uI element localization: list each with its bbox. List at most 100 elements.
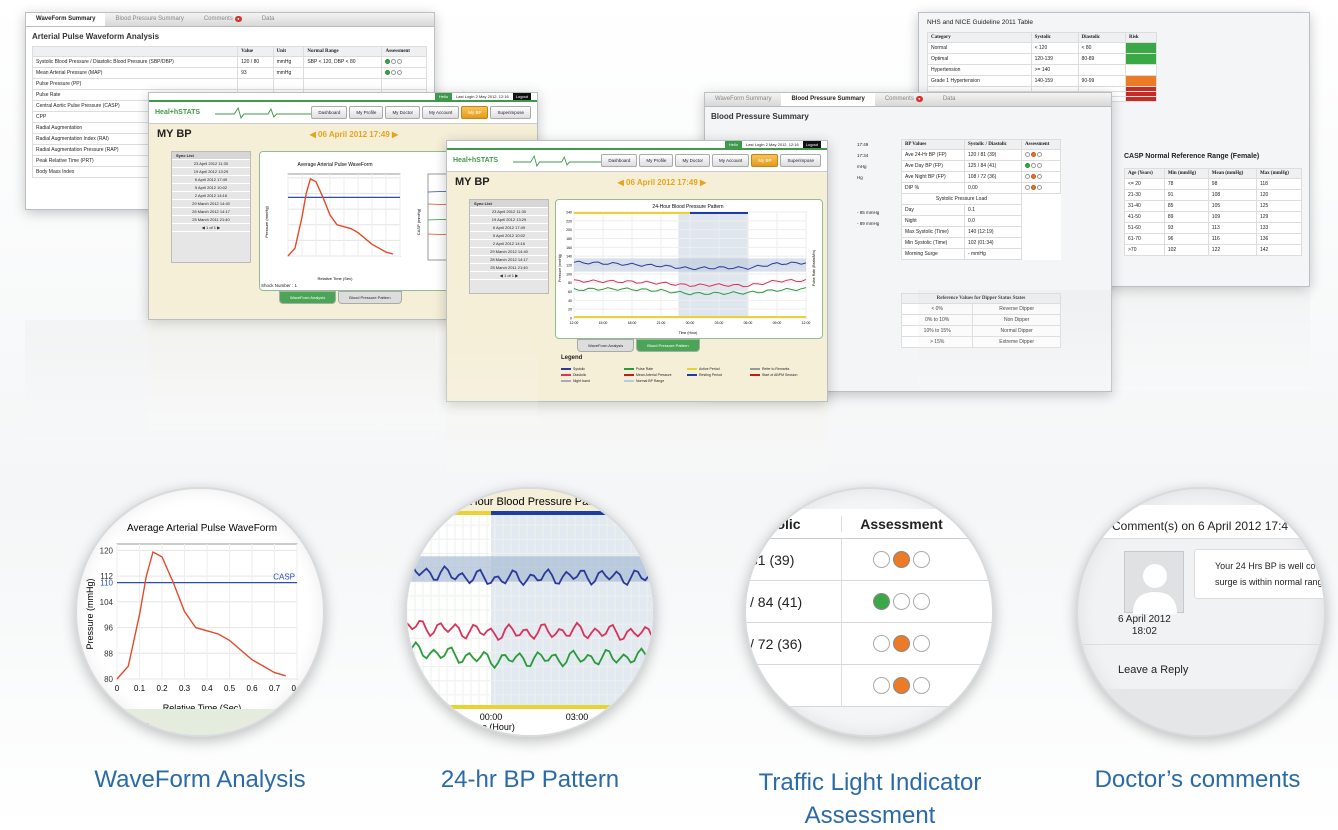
tab-bp-summary[interactable]: Blood Pressure Summary xyxy=(781,93,875,106)
comment-text: Your 24 Hrs BP is well con xyxy=(1215,561,1321,571)
legend-label: Start of ABPM Session xyxy=(762,373,798,377)
nav-my-bp[interactable]: My BP xyxy=(461,106,489,119)
bp-chart-panel: 24-Hour Blood Pressure Pattern 240 220 200 1… xyxy=(555,199,823,339)
normal-range-band xyxy=(407,556,653,582)
sync-list-item[interactable]: 2 April 2012 14:16 xyxy=(470,240,548,248)
caption-waveform: WaveForm Analysis xyxy=(94,766,306,793)
sync-list-item[interactable]: 23 April 2012 11:30 xyxy=(470,208,548,216)
bp-pattern-button[interactable]: Blood Pressure Pattern xyxy=(636,339,700,352)
y-tick-label: 110 xyxy=(100,579,113,588)
x-tick-label: 03:00 xyxy=(715,321,724,325)
tab-data[interactable]: Data xyxy=(933,93,966,106)
tab-bp-summary[interactable]: Blood Pressure Summary xyxy=(105,13,193,26)
sync-list-item[interactable]: 19 April 2012 13:29 xyxy=(172,168,250,176)
nav-my-account[interactable]: My Account xyxy=(421,106,460,119)
table-cell: 0.00 xyxy=(963,182,1022,194)
comment-bubble: Your 24 Hrs BP is well con surge is with… xyxy=(1194,549,1324,599)
panel-reflection xyxy=(918,290,1310,390)
tab-waveform-summary[interactable]: WaveForm Summary xyxy=(705,93,781,106)
nav-my-doctor[interactable]: My Doctor xyxy=(385,106,420,119)
side-value: 17:49 xyxy=(857,142,869,147)
table-row: Min Systolic (Time) 102 (01:34) xyxy=(901,237,1061,249)
nav-my-account[interactable]: My Account xyxy=(711,154,750,167)
sync-list-item[interactable]: 6 April 2012 17:49 xyxy=(470,224,548,232)
sync-list-item[interactable]: 29 March 2012 14:40 xyxy=(470,248,548,256)
prev-date-icon[interactable]: ◀ xyxy=(310,130,318,139)
sync-list-item[interactable]: 5 April 2012 10:02 xyxy=(172,184,250,192)
traffic-light-icon xyxy=(1036,163,1042,169)
tab-comments[interactable]: Comments ● xyxy=(875,93,933,106)
table-cell: 0.0 xyxy=(963,215,1022,227)
table-cell: 125 xyxy=(1255,200,1303,212)
table-cell: Hypertension xyxy=(927,64,1032,76)
nav-dashboard[interactable]: Dashboard xyxy=(601,154,638,167)
x-tick-label: 09:00 xyxy=(773,321,782,325)
bp-mini-chart: 24-Hour Blood Pressure Pattern2402202001… xyxy=(558,204,816,335)
table-cell: >= 140 xyxy=(1030,64,1079,76)
tab-waveform-summary[interactable]: WaveForm Summary xyxy=(26,13,106,26)
side-value: - 85 mmHg xyxy=(857,210,880,215)
nav-my-profile[interactable]: My Profile xyxy=(349,106,384,119)
column-header: Age (Years) xyxy=(1124,168,1165,179)
table-cell: Day xyxy=(901,204,965,216)
nav-dashboard[interactable]: Dashboard xyxy=(311,106,348,119)
y-tick-label: 80 xyxy=(568,281,572,285)
x-tick-label: 0 xyxy=(115,684,120,693)
assessment-cell xyxy=(1020,149,1062,161)
traffic-light-icon xyxy=(1036,152,1042,158)
load-title: Systolic Pressure Load xyxy=(901,193,1022,205)
legend-swatch xyxy=(624,368,634,371)
x-tick-label: 0.2 xyxy=(156,684,168,693)
leave-reply-link[interactable]: Leave a Reply xyxy=(1118,664,1188,676)
hello-label: Hello xyxy=(434,93,453,100)
tab-comments[interactable]: Comments ● xyxy=(194,13,252,26)
bp-pattern-button[interactable]: Blood Pressure Pattern xyxy=(338,291,402,304)
main-nav: Dashboard My Profile My Doctor My Account My… xyxy=(311,106,531,119)
sync-list-item[interactable]: 19 April 2012 13:29 xyxy=(470,216,548,224)
nav-superimpose[interactable]: Superimpose xyxy=(490,106,531,119)
sync-list-item[interactable]: 25 March 2011 21:40 xyxy=(172,216,250,224)
y-tick-label: 200 xyxy=(566,228,572,232)
table-cell: 136 xyxy=(1255,233,1303,245)
lens-footer xyxy=(117,709,317,735)
legend-item: Night band xyxy=(561,379,622,383)
y-tick-label: 40 xyxy=(568,299,572,303)
y-tick-label: 60 xyxy=(568,290,572,294)
y-tick-label: 220 xyxy=(566,219,572,223)
nav-my-doctor[interactable]: My Doctor xyxy=(675,154,710,167)
nav-my-profile[interactable]: My Profile xyxy=(639,154,674,167)
traffic-light-icon xyxy=(385,59,391,65)
traffic-light-icon xyxy=(913,593,930,610)
sync-list-item[interactable]: 5 April 2012 10:02 xyxy=(470,232,548,240)
sync-list-item[interactable]: 28 March 2012 14:17 xyxy=(470,256,548,264)
next-date-icon[interactable]: ▶ xyxy=(390,130,398,139)
sync-list-item[interactable]: 29 March 2012 14:40 xyxy=(172,200,250,208)
table-cell: >70 xyxy=(1124,244,1165,256)
table-row: Normal < 120 < 80 xyxy=(927,42,1158,54)
table-cell: 91 xyxy=(1163,189,1209,201)
tab-data[interactable]: Data xyxy=(252,13,285,26)
nav-my-bp[interactable]: My BP xyxy=(751,154,779,167)
next-date-icon[interactable]: ▶ xyxy=(698,178,706,187)
waveform-analysis-button[interactable]: WaveForm Analysis xyxy=(577,339,635,352)
prev-date-icon[interactable]: ◀ xyxy=(618,178,626,187)
x-tick-label: 03:00 xyxy=(566,712,589,722)
table-cell: Systolic Blood Pressure / Diastolic Bloo… xyxy=(31,56,239,68)
nav-superimpose[interactable]: Superimpose xyxy=(780,154,821,167)
sync-list-item[interactable]: 25 March 2011 21:40 xyxy=(470,264,548,272)
logout-button[interactable]: Logout xyxy=(802,141,821,148)
table-cell: 140 (12:19) xyxy=(963,226,1022,238)
table-cell: 90-99 xyxy=(1077,75,1126,87)
traffic-light-icon xyxy=(397,59,403,65)
sync-list-item[interactable]: 28 March 2012 14:17 xyxy=(172,208,250,216)
waveform-analysis-button[interactable]: WaveForm Analysis xyxy=(279,291,337,304)
column-header: Systolic xyxy=(1030,32,1079,43)
x-tick-label: 12:00 xyxy=(570,321,579,325)
sync-list-item[interactable]: 23 April 2012 11:30 xyxy=(172,160,250,168)
sync-list-item[interactable]: 6 April 2012 17:49 xyxy=(172,176,250,184)
chart-title: 24-Hour Blood Pressure Pattern xyxy=(652,204,723,210)
legend-label: Pulse Rate xyxy=(636,367,654,371)
sync-list-item[interactable]: 2 April 2012 14:16 xyxy=(172,192,250,200)
table-cell: Ave Day BP (FP) xyxy=(901,160,965,172)
logout-button[interactable]: Logout xyxy=(512,93,531,100)
